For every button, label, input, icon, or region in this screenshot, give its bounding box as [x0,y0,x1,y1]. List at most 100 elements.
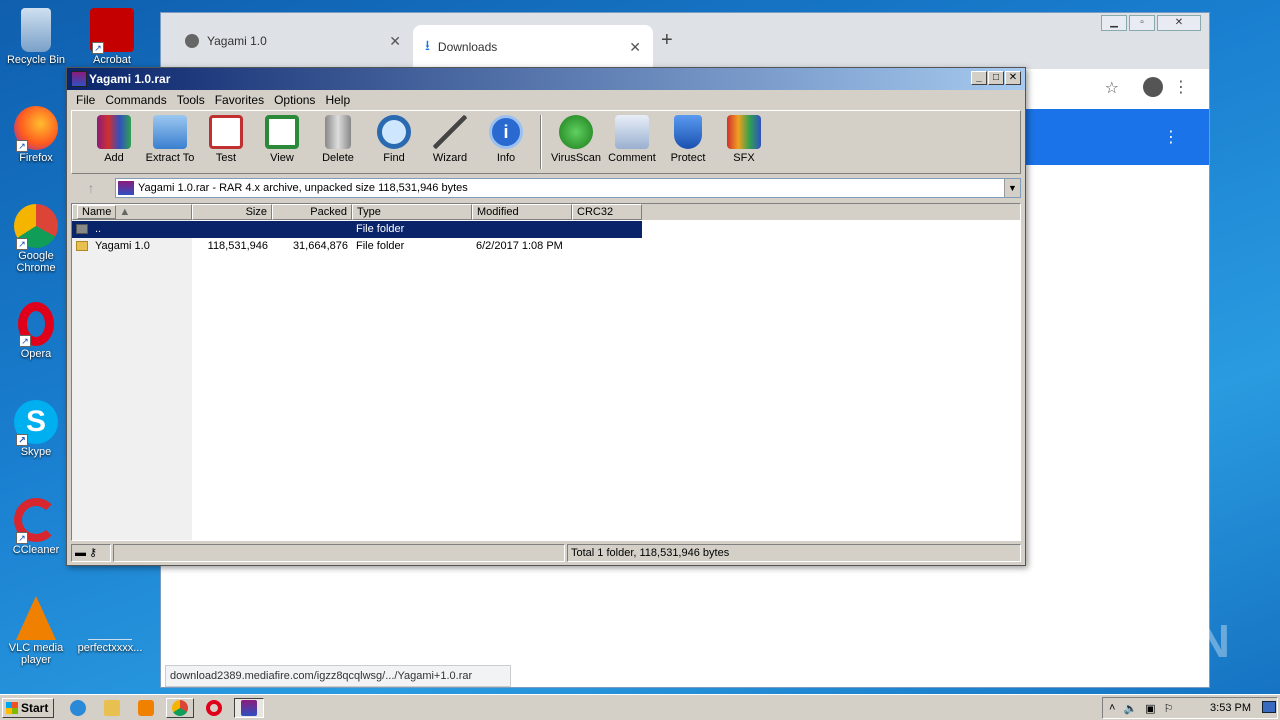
protect-button[interactable]: Protect [660,111,716,173]
new-tab-button[interactable]: + [661,29,673,52]
wizard-button[interactable]: Wizard [422,111,478,173]
desktop-icon-acrobat[interactable]: ↗ Acrobat [76,8,148,66]
maximize-button[interactable]: ▫ [1129,15,1155,31]
up-arrow-icon[interactable]: ↑ [71,180,111,196]
more-icon[interactable]: ⋮ [1163,127,1179,147]
taskbar-media-player[interactable] [134,698,158,718]
menu-icon[interactable]: ⋮ [1173,77,1189,97]
clock[interactable]: 3:53 PM [1210,702,1251,714]
taskbar-chrome[interactable] [166,698,194,718]
desktop-icon-label: Opera [20,348,52,360]
system-tray: ˄ 🔈 ▣ ⚐ 3:53 PM [1102,697,1278,719]
ccleaner-icon: ↗ [14,498,58,544]
chrome-icon: ↗ [14,204,58,250]
maximize-button[interactable]: □ [988,71,1004,85]
minimize-button[interactable]: _ [971,71,987,85]
folder-icon [153,115,187,149]
comment-button[interactable]: Comment [604,111,660,173]
desktop-icon-label: Recycle Bin [6,54,66,66]
volume-icon[interactable]: 🔈 [1123,702,1137,715]
archive-icon [118,181,134,195]
info-button[interactable]: i Info [478,111,534,173]
winrar-titlebar[interactable]: Yagami 1.0.rar _ □ ✕ [67,68,1025,90]
col-type[interactable]: Type [352,204,472,220]
chrome-window-controls: ▁ ▫ ✕ [1101,15,1201,31]
name-column-bg [72,220,192,540]
taskbar-opera[interactable] [202,698,226,718]
drive-key-icons[interactable]: ▬ ⚷ [71,544,111,562]
col-name[interactable]: Name ▲ [72,204,192,220]
windows-logo-icon [6,702,18,714]
find-button[interactable]: Find [366,111,422,173]
table-row[interactable]: Yagami 1.0 118,531,946 31,664,876 File f… [72,238,642,255]
chrome-status-url: download2389.mediafire.com/igzz8qcqlwsg/… [165,665,511,687]
menu-help[interactable]: Help [320,93,355,107]
minimize-button[interactable]: ▁ [1101,15,1127,31]
bookmark-star-icon[interactable]: ☆ [1105,78,1119,98]
col-crc32[interactable]: CRC32 [572,204,642,220]
taskbar-explorer[interactable] [100,698,124,718]
delete-button[interactable]: Delete [310,111,366,173]
folder-icon [76,241,88,252]
desktop-icon-ccleaner[interactable]: ↗ CCleaner [0,498,72,556]
menu-tools[interactable]: Tools [172,93,210,107]
desktop-icon-recycle-bin[interactable]: Recycle Bin [0,8,72,66]
desktop-icon-perfectxxxx[interactable]: perfectxxxx... [74,596,146,654]
network-icon[interactable]: ▣ [1145,702,1155,715]
opera-icon [206,700,222,716]
start-button[interactable]: Start [2,698,54,718]
flag-icon[interactable]: ⚐ [1164,702,1174,715]
taskbar-winrar[interactable] [234,698,264,718]
menu-favorites[interactable]: Favorites [210,93,269,107]
tab-label: Downloads [437,40,498,54]
winrar-window-controls: _ □ ✕ [971,71,1021,85]
col-modified[interactable]: Modified [472,204,572,220]
chrome-icon [172,700,188,716]
desktop-icon-skype[interactable]: S ↗ Skype [0,400,72,458]
globe-icon [185,34,199,48]
tab-downloads[interactable]: ⭳ Downloads ✕ [413,25,653,69]
close-tab-icon[interactable]: ✕ [629,39,641,56]
close-tab-icon[interactable]: ✕ [389,33,401,50]
desktop-icon-vlc[interactable]: VLC media player [0,596,72,666]
close-button[interactable]: ✕ [1157,15,1201,31]
taskbar-ie[interactable] [66,698,90,718]
menu-file[interactable]: File [71,93,100,107]
view-button[interactable]: View [254,111,310,173]
anyrun-watermark: ANY RUN [1009,615,1232,667]
close-button[interactable]: ✕ [1005,71,1021,85]
show-desktop-button[interactable] [1262,701,1276,713]
vlc-icon [16,596,56,640]
path-combobox[interactable]: Yagami 1.0.rar - RAR 4.x archive, unpack… [115,178,1021,198]
file-list: Name ▲ Size Packed Type Modified CRC32 .… [71,203,1021,541]
sfx-button[interactable]: SFX [716,111,772,173]
sfx-archive-icon [727,115,761,149]
col-packed[interactable]: Packed [272,204,352,220]
add-icon [97,115,131,149]
opera-icon: ↗ [18,302,54,347]
tab-label: Yagami 1.0 [207,34,267,48]
skype-icon: S ↗ [14,400,58,446]
table-row[interactable]: .. File folder [72,221,642,238]
col-size[interactable]: Size [192,204,272,220]
path-bar: ↑ Yagami 1.0.rar - RAR 4.x archive, unpa… [71,176,1021,200]
desktop-icon-label: perfectxxxx... [77,642,143,654]
book-icon [265,115,299,149]
menu-options[interactable]: Options [269,93,320,107]
desktop-icon-opera[interactable]: ↗ Opera [0,302,72,360]
menu-commands[interactable]: Commands [100,93,171,107]
desktop-icon-firefox[interactable]: ↗ Firefox [0,106,72,164]
desktop-icon-google-chrome[interactable]: ↗ Google Chrome [0,204,72,274]
tray-expand-icon[interactable]: ˄ [1109,702,1115,714]
virusscan-button[interactable]: VirusScan [548,111,604,173]
dropdown-arrow-icon[interactable]: ▼ [1004,179,1020,197]
bug-icon [559,115,593,149]
test-button[interactable]: Test [198,111,254,173]
add-button[interactable]: Add [86,111,142,173]
download-icon: ⭳ [425,37,430,53]
account-icon[interactable] [1143,77,1163,97]
extract-to-button[interactable]: Extract To [142,111,198,173]
desktop-icon-label: VLC media player [8,642,64,666]
tab-yagami[interactable]: Yagami 1.0 ✕ [173,25,413,57]
folder-icon [104,700,120,716]
